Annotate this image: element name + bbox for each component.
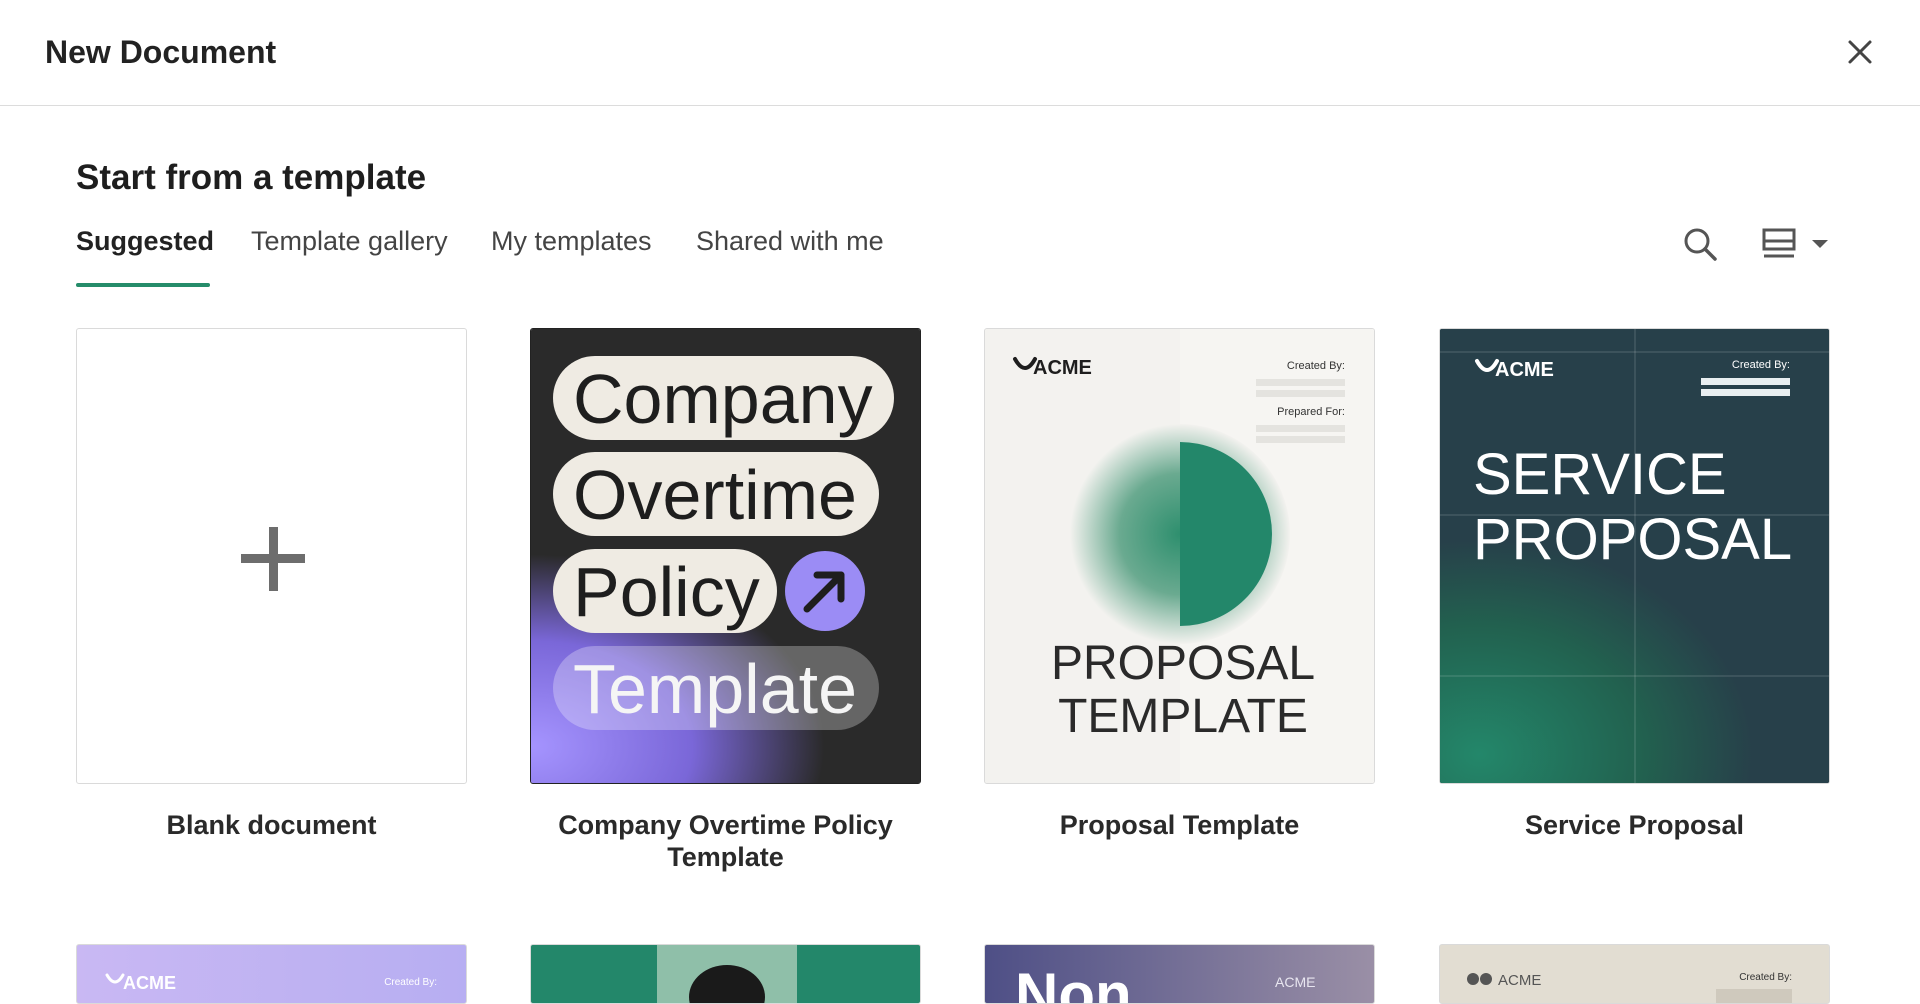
svg-text:PROPOSAL: PROPOSAL xyxy=(1051,637,1315,690)
template-card-row2-3[interactable]: ACME Non xyxy=(984,944,1375,1004)
tab-shared-with-me[interactable]: Shared with me xyxy=(696,226,884,257)
thumb-word: Company xyxy=(573,360,873,438)
dialog-title: New Document xyxy=(45,34,277,70)
search-icon[interactable] xyxy=(1680,224,1720,264)
template-label: Service Proposal xyxy=(1524,810,1745,840)
thumb-word: Overtime xyxy=(573,456,857,534)
tab-my-templates[interactable]: My templates xyxy=(491,226,652,257)
svg-text:ACME: ACME xyxy=(1275,974,1315,990)
brand-logo: ACME xyxy=(1495,359,1554,381)
template-label: Proposal Template xyxy=(1059,810,1300,840)
template-card-row2-1[interactable]: ACME Created By: xyxy=(76,944,467,1004)
dialog-header: New Document xyxy=(0,0,1920,106)
close-icon[interactable] xyxy=(1842,34,1878,70)
svg-text:Non: Non xyxy=(1015,961,1132,1004)
brand-logo: ACME xyxy=(1033,357,1092,379)
svg-text:TEMPLATE: TEMPLATE xyxy=(1058,690,1308,743)
proposal-thumbnail: ACME Created By: Prepared For: PROPOSAL … xyxy=(984,328,1375,784)
service-proposal-thumbnail: ACME Created By: SERVICE PROPOSAL xyxy=(1439,328,1830,784)
plus-icon xyxy=(241,527,305,591)
overtime-thumbnail: Company Overtime Policy Template xyxy=(530,328,921,784)
template-card-row2-4[interactable]: ACME Created By: xyxy=(1439,944,1830,1004)
section-title: Start from a template xyxy=(76,158,427,197)
svg-text:PROPOSAL: PROPOSAL xyxy=(1473,507,1792,572)
blank-thumbnail xyxy=(76,328,467,784)
svg-text:ACME: ACME xyxy=(1498,972,1541,989)
svg-text:Created By:: Created By: xyxy=(1287,360,1345,372)
list-view-icon[interactable] xyxy=(1760,224,1832,264)
svg-text:ACME: ACME xyxy=(123,973,176,993)
thumb-word: Template xyxy=(573,650,857,728)
tab-suggested[interactable]: Suggested xyxy=(76,226,214,257)
tab-template-gallery[interactable]: Template gallery xyxy=(251,226,448,257)
svg-text:Created By:: Created By: xyxy=(384,977,437,988)
template-label: Company Overtime Policy Template xyxy=(558,810,893,872)
thumb-word: Policy xyxy=(573,553,760,631)
svg-text:Prepared For:: Prepared For: xyxy=(1277,406,1345,418)
svg-text:Created By:: Created By: xyxy=(1732,359,1790,371)
chevron-down-icon xyxy=(1812,240,1828,248)
svg-text:SERVICE: SERVICE xyxy=(1473,442,1727,507)
svg-text:Created By:: Created By: xyxy=(1739,972,1792,983)
template-card-row2-2[interactable] xyxy=(530,944,921,1004)
active-tab-indicator xyxy=(76,283,210,287)
template-label: Blank document xyxy=(166,810,377,840)
